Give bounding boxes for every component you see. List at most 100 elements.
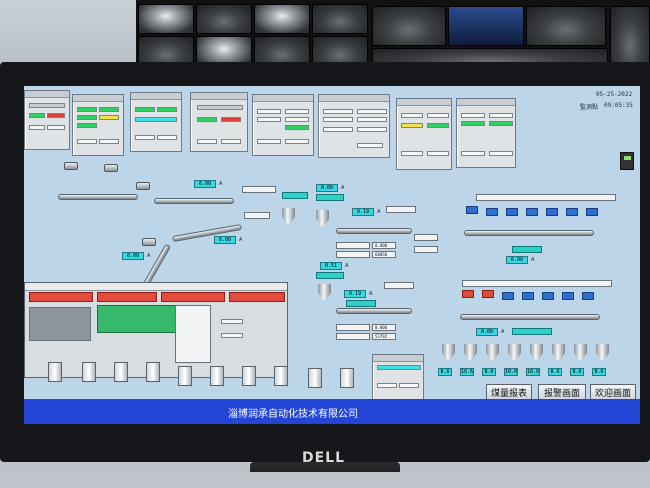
start-button[interactable] <box>77 139 97 144</box>
camera-feed <box>254 4 310 34</box>
stop-button[interactable] <box>221 139 241 144</box>
status-indicator <box>489 121 513 126</box>
status-indicator <box>285 125 309 130</box>
time-display: 09:05:35 <box>604 102 633 109</box>
camera-feed <box>448 6 524 46</box>
start-button[interactable] <box>29 125 45 130</box>
start-button[interactable] <box>357 143 383 148</box>
silo-icon <box>596 344 609 360</box>
status-label <box>346 300 376 307</box>
status-field <box>386 206 416 213</box>
counter-value: 0.000 <box>372 242 396 249</box>
silo-value: 8.6 <box>592 368 606 376</box>
phone-icon <box>620 152 634 170</box>
truck-icon <box>486 208 498 216</box>
valve-label <box>414 246 438 253</box>
field <box>323 127 353 132</box>
feeder-icon <box>242 366 256 386</box>
field <box>285 117 309 122</box>
field <box>489 113 513 118</box>
unit-label: A <box>341 185 345 191</box>
panel-title <box>397 99 451 106</box>
valve-label <box>414 234 438 241</box>
current-readout: 0.19 <box>352 208 374 216</box>
button-label-field[interactable] <box>242 186 276 193</box>
start-button[interactable] <box>135 135 155 140</box>
counter-label <box>336 251 370 258</box>
stop-button[interactable] <box>489 151 513 156</box>
stop-button[interactable] <box>399 383 419 388</box>
field <box>323 109 353 114</box>
silo-icon <box>530 344 543 360</box>
desk <box>0 472 650 488</box>
motor-icon <box>142 238 156 246</box>
truck-icon <box>542 292 554 300</box>
status-indicator <box>461 121 485 126</box>
feeder-icon <box>210 366 224 386</box>
start-button[interactable] <box>257 139 281 144</box>
field <box>197 105 243 110</box>
stop-button[interactable] <box>285 139 309 144</box>
belt-conveyor <box>336 308 412 314</box>
status-indicator <box>77 115 97 120</box>
feeder-icon <box>274 366 288 386</box>
status-field <box>384 282 414 289</box>
unit-label: A <box>239 237 243 243</box>
start-button[interactable] <box>197 139 217 144</box>
current-readout: 0.00 <box>122 252 144 260</box>
panel-title <box>457 99 515 106</box>
control-panel <box>24 90 70 150</box>
control-panel <box>72 94 124 156</box>
unit-label: A <box>377 209 381 215</box>
start-button[interactable] <box>461 151 485 156</box>
motor-icon <box>136 182 150 190</box>
stop-button[interactable] <box>157 135 177 140</box>
start-button[interactable] <box>401 151 423 156</box>
status-label <box>512 328 552 335</box>
hopper-icon <box>318 284 331 300</box>
stop-button[interactable] <box>99 139 119 144</box>
alarm-bar <box>161 292 225 302</box>
confirm-button[interactable] <box>221 319 243 324</box>
status-indicator <box>77 123 97 128</box>
truck-icon <box>482 290 494 298</box>
unit-label: A <box>219 181 223 187</box>
belt-conveyor <box>142 243 172 287</box>
reset-button[interactable] <box>221 333 243 338</box>
field <box>461 113 485 118</box>
counter-label <box>336 242 370 249</box>
status-indicator <box>401 123 423 128</box>
status-label <box>512 246 542 253</box>
feeder-icon <box>308 368 322 388</box>
control-panel <box>130 92 182 152</box>
alarm-list <box>29 307 91 341</box>
motor-icon <box>64 162 78 170</box>
stop-button[interactable] <box>47 125 65 130</box>
truck-icon <box>506 208 518 216</box>
start-button[interactable] <box>377 383 397 388</box>
camera-feed <box>372 6 446 46</box>
silo-value: 10.0 <box>504 368 518 376</box>
silo-icon <box>552 344 565 360</box>
truck-icon <box>546 208 558 216</box>
feeder-icon <box>48 362 62 382</box>
status-label <box>316 194 344 201</box>
status-indicator <box>197 117 217 122</box>
truck-icon <box>586 208 598 216</box>
truck-icon <box>562 292 574 300</box>
panel-title <box>25 91 69 98</box>
alarm-bar <box>29 292 93 302</box>
panel-title <box>373 355 423 362</box>
control-panel <box>252 94 314 156</box>
camera-feed <box>196 4 252 34</box>
stop-button[interactable] <box>427 151 449 156</box>
unit-label: A <box>345 263 349 269</box>
control-panel <box>190 92 248 152</box>
silo-value: 8.6 <box>570 368 584 376</box>
unit-label: A <box>531 257 535 263</box>
hopper-icon <box>282 208 295 224</box>
silo-icon <box>464 344 477 360</box>
field <box>357 127 387 132</box>
control-panel <box>456 98 516 168</box>
counter-label <box>336 333 370 340</box>
